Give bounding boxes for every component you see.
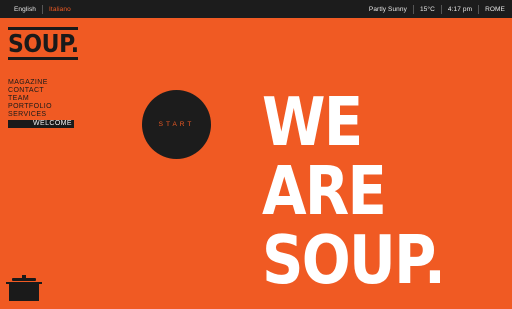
divider	[478, 4, 480, 14]
language-english[interactable]: English	[14, 6, 36, 13]
divider	[440, 4, 442, 14]
divider	[42, 4, 44, 14]
city-name: ROME	[485, 5, 505, 13]
hero-headline: WE ARE SOUP.	[262, 88, 474, 295]
hero-line-are: ARE	[262, 152, 387, 230]
nav-item-welcome[interactable]: WELCOME	[8, 120, 74, 128]
nav-item-contact[interactable]: CONTACT	[8, 87, 74, 95]
hero-line-we: WE	[262, 83, 363, 161]
hero-word-soup: SOUP	[262, 221, 426, 299]
language-switcher: English Italiano	[14, 4, 71, 14]
hero-dot: .	[424, 221, 446, 299]
weather-widget: Partly Sunny 15°C 4:17 pm ROME	[368, 4, 505, 14]
logo-text: SOUP.	[8, 29, 79, 58]
nav-item-portfolio[interactable]: PORTFOLIO	[8, 103, 74, 111]
main-nav: MAGAZINE CONTACT TEAM PORTFOLIO SERVICES…	[8, 79, 74, 128]
start-button-label: START	[158, 121, 195, 128]
local-time: 4:17 pm	[447, 5, 473, 13]
top-bar: English Italiano Partly Sunny 15°C 4:17 …	[0, 0, 512, 18]
nav-item-services[interactable]: SERVICES	[8, 111, 74, 119]
temperature: 15°C	[419, 5, 435, 13]
weather-condition: Partly Sunny	[368, 5, 407, 13]
nav-item-team[interactable]: TEAM	[8, 95, 74, 103]
cooking-pot-icon[interactable]	[6, 275, 42, 308]
start-button[interactable]: START	[142, 90, 211, 159]
language-italiano[interactable]: Italiano	[49, 6, 71, 13]
nav-item-magazine[interactable]: MAGAZINE	[8, 79, 74, 87]
site-logo[interactable]: SOUP.	[8, 27, 79, 60]
hero-line-soup: SOUP.	[262, 226, 446, 295]
divider	[412, 4, 414, 14]
